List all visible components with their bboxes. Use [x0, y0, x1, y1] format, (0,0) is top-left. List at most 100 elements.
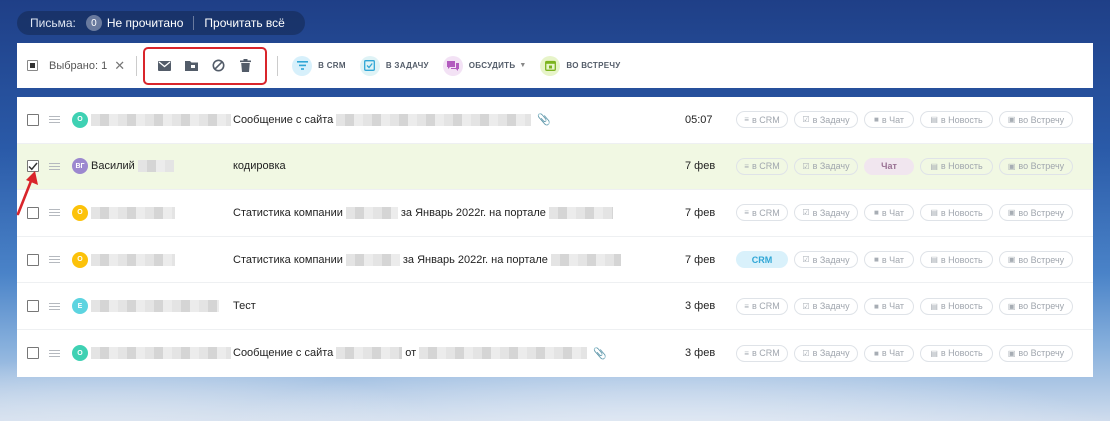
action-to-crm[interactable]: в CRM: [292, 55, 346, 76]
divider: [136, 55, 138, 76]
to-news-button[interactable]: ▤ в Новость: [920, 251, 993, 269]
row-checkbox[interactable]: [27, 347, 39, 360]
move-to-folder-icon[interactable]: [184, 58, 200, 74]
row-checkbox[interactable]: [27, 113, 39, 126]
sender: [91, 300, 219, 313]
to-chat-button[interactable]: ■ в Чат: [864, 111, 914, 129]
subject[interactable]: кодировка: [233, 160, 286, 172]
mail-row[interactable]: О Статистика компании за Январь 2022г. н…: [17, 237, 1093, 284]
read-all-link[interactable]: Прочитать всё: [204, 16, 284, 30]
avatar: О: [72, 204, 88, 221]
to-news-button[interactable]: ▤ в Новость: [920, 344, 993, 362]
to-chat-button[interactable]: ■ в Чат: [864, 204, 914, 222]
to-task-button[interactable]: ☑ в Задачу: [794, 111, 858, 129]
to-news-button[interactable]: ▤ в Новость: [920, 297, 993, 315]
mail-row[interactable]: О Статистика компании за Январь 2022г. н…: [17, 190, 1093, 237]
to-crm-button[interactable]: ≡ в CRM: [736, 344, 788, 362]
to-news-button[interactable]: ▤ в Новость: [920, 157, 993, 175]
sender: [91, 253, 175, 266]
to-chat-button[interactable]: ■ в Чат: [864, 344, 914, 362]
to-meeting-button[interactable]: ▣ во Встречу: [999, 344, 1073, 362]
mail-list: О Сообщение с сайта 📎 05:07 ≡ в CRM ☑ в За…: [17, 97, 1093, 377]
task-icon: ☑: [802, 348, 810, 358]
select-all-checkbox[interactable]: [27, 60, 38, 71]
date: 7 фев: [685, 160, 716, 173]
avatar: О: [72, 251, 88, 268]
news-icon: ▤: [930, 348, 938, 358]
mail-row[interactable]: О Сообщение с сайта 📎 05:07 ≡ в CRM ☑ в За…: [17, 97, 1093, 144]
calendar-icon: ▣: [1007, 208, 1016, 218]
row-actions: ≡ в CRM ☑ в Задачу ■ в Чат ▤ в Новость ▣ во В…: [736, 297, 1079, 315]
chat-icon: ■: [873, 301, 879, 311]
to-task-button[interactable]: ☑ в Задачу: [794, 204, 858, 222]
mail-label: Письма:: [30, 16, 76, 30]
subject[interactable]: Статистика компании за Январь 2022г. на …: [233, 206, 616, 219]
clear-selection-icon[interactable]: ✕: [114, 59, 125, 72]
chat-icon: ■: [873, 115, 879, 125]
to-task-button[interactable]: ☑ в Задачу: [794, 157, 858, 175]
drag-handle-icon[interactable]: [49, 301, 60, 312]
to-crm-button[interactable]: ≡ в CRM: [736, 111, 788, 129]
task-icon: ☑: [802, 208, 810, 218]
to-news-button[interactable]: ▤ в Новость: [920, 111, 993, 129]
to-crm-button[interactable]: ≡ в CRM: [736, 204, 788, 222]
filter-icon: ≡: [744, 161, 749, 171]
action-discuss[interactable]: обсудить ▼: [442, 55, 526, 76]
to-news-button[interactable]: ▤ в Новость: [920, 204, 993, 222]
news-icon: ▤: [930, 255, 938, 265]
to-chat-button[interactable]: ■ в Чат: [864, 297, 914, 315]
action-to-meeting[interactable]: во встречу: [540, 55, 620, 76]
to-chat-button[interactable]: ■ в Чат: [864, 251, 914, 269]
chat-status-badge[interactable]: Чат: [864, 157, 914, 175]
calendar-icon: ▣: [1007, 301, 1016, 311]
to-task-button[interactable]: ☑ в Задачу: [794, 344, 858, 362]
task-icon: ☑: [802, 161, 810, 171]
action-to-task[interactable]: в задачу: [359, 55, 429, 76]
to-meeting-button[interactable]: ▣ во Встречу: [999, 251, 1073, 269]
subject[interactable]: Сообщение с сайта от 📎: [233, 347, 607, 360]
mail-row[interactable]: О Сообщение с сайта от 📎 3 фев ≡ в CRM ☑ в…: [17, 330, 1093, 377]
task-icon: [359, 55, 380, 76]
calendar-icon: ▣: [1007, 161, 1016, 171]
row-actions: ≡ в CRM ☑ в Задачу ■ в Чат ▤ в Новость ▣ во В…: [736, 344, 1079, 362]
row-checkbox[interactable]: [27, 300, 39, 313]
to-crm-button[interactable]: ≡ в CRM: [736, 297, 788, 315]
drag-handle-icon[interactable]: [49, 161, 60, 172]
row-actions: ≡ в CRM ☑ в Задачу ■ в Чат ▤ в Новость ▣ во В…: [736, 204, 1079, 222]
to-crm-button[interactable]: ≡ в CRM: [736, 157, 788, 175]
filter-icon: [292, 55, 313, 76]
unread-filter-link[interactable]: Не прочитано: [107, 16, 184, 30]
drag-handle-icon[interactable]: [49, 348, 60, 359]
to-task-button[interactable]: ☑ в Задачу: [794, 297, 858, 315]
highlighted-tool-group: [143, 46, 268, 85]
divider: [193, 16, 195, 30]
date: 3 фев: [685, 347, 716, 360]
to-meeting-button[interactable]: ▣ во Встречу: [999, 157, 1073, 175]
to-meeting-button[interactable]: ▣ во Встречу: [999, 204, 1073, 222]
calendar-icon: ▣: [1007, 348, 1016, 358]
subject[interactable]: Сообщение с сайта 📎: [233, 113, 551, 126]
to-meeting-button[interactable]: ▣ во Встречу: [999, 297, 1073, 315]
subject[interactable]: Тест: [233, 300, 256, 312]
row-checkbox[interactable]: [27, 253, 39, 266]
delete-icon[interactable]: [238, 58, 254, 74]
filter-icon: ≡: [744, 208, 749, 218]
mail-row-selected[interactable]: ВГ Василий кодировка 7 фев ≡ в CRM ☑ в Зад…: [17, 143, 1093, 191]
mail-status-bar: Письма: 0 Не прочитано Прочитать всё: [17, 11, 305, 35]
avatar: О: [72, 345, 88, 362]
calendar-icon: ▣: [1007, 115, 1016, 125]
crm-status-badge[interactable]: CRM: [736, 251, 788, 269]
drag-handle-icon[interactable]: [49, 207, 60, 218]
filter-icon: ≡: [744, 348, 749, 358]
to-task-button[interactable]: ☑ в Задачу: [794, 251, 858, 269]
chat-icon: [442, 55, 463, 76]
sender: Василий: [91, 160, 174, 173]
avatar: Е: [72, 298, 88, 315]
spam-icon[interactable]: [211, 58, 227, 74]
subject[interactable]: Статистика компании за Январь 2022г. на …: [233, 253, 624, 266]
drag-handle-icon[interactable]: [49, 254, 60, 265]
mark-read-icon[interactable]: [157, 58, 173, 74]
drag-handle-icon[interactable]: [49, 114, 60, 125]
to-meeting-button[interactable]: ▣ во Встречу: [999, 111, 1073, 129]
mail-row[interactable]: Е Тест 3 фев ≡ в CRM ☑ в Задачу ■ в Чат ▤ в …: [17, 283, 1093, 330]
